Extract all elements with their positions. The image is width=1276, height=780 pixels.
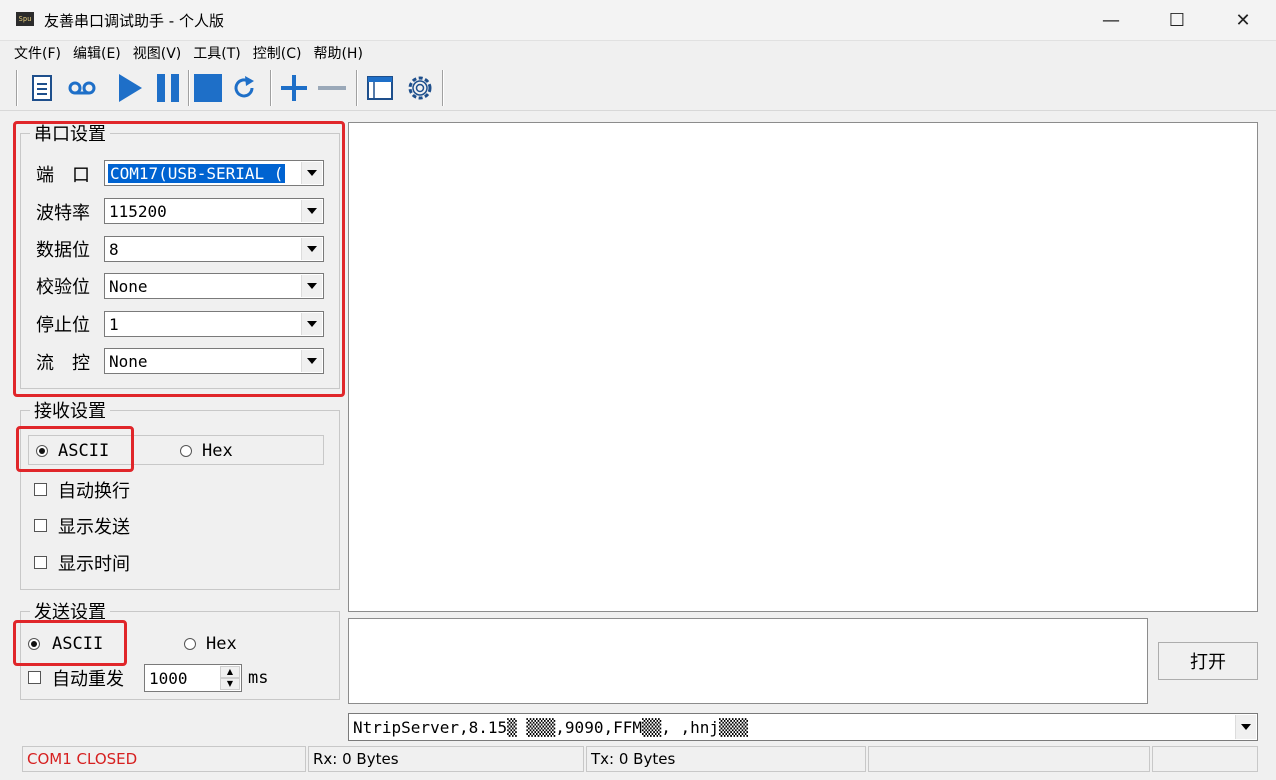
toolbar-separator [270, 70, 272, 106]
maximize-button[interactable]: ☐ [1144, 0, 1210, 40]
chevron-down-icon[interactable] [1235, 715, 1256, 739]
menu-control[interactable]: 控制(C) [253, 43, 302, 63]
auto-resend-checkbox[interactable] [28, 671, 41, 684]
toolbar-separator [16, 70, 18, 106]
window-title: 友善串口调试助手 - 个人版 [44, 12, 224, 30]
resend-interval-stepper[interactable]: 1000 ▲ ▼ [144, 664, 242, 692]
show-time-label: 显示时间 [58, 554, 130, 575]
command-value: NtripServer,8.15▒ ▒▒▒,9090,FFM▒▒, ,hnj▒▒… [353, 718, 748, 737]
window-icon[interactable] [364, 72, 396, 104]
menu-file[interactable]: 文件(F) [14, 43, 61, 63]
menu-view[interactable]: 视图(V) [133, 43, 182, 63]
status-extra [1152, 746, 1258, 772]
highlight-box [16, 426, 134, 472]
refresh-icon[interactable] [228, 72, 260, 104]
resend-interval-value: 1000 [149, 669, 188, 688]
open-button[interactable]: 打开 [1158, 642, 1258, 680]
receive-hex-radio[interactable] [180, 445, 192, 457]
send-textarea[interactable] [348, 618, 1148, 704]
show-send-label: 显示发送 [58, 517, 130, 538]
menu-help[interactable]: 帮助(H) [313, 43, 362, 63]
receive-settings-legend: 接收设置 [30, 397, 110, 423]
toolbar-separator [356, 70, 358, 106]
auto-wrap-checkbox[interactable] [34, 483, 47, 496]
status-rx: Rx: 0 Bytes [308, 746, 584, 772]
status-extra [868, 746, 1150, 772]
play-icon[interactable] [114, 72, 146, 104]
command-select[interactable]: NtripServer,8.15▒ ▒▒▒,9090,FFM▒▒, ,hnj▒▒… [348, 713, 1258, 741]
record-icon[interactable] [66, 72, 98, 104]
pause-icon[interactable] [152, 72, 184, 104]
status-port: COM1 CLOSED [22, 746, 306, 772]
stepper-up-icon[interactable]: ▲ [220, 666, 240, 678]
status-tx: Tx: 0 Bytes [586, 746, 866, 772]
show-send-checkbox[interactable] [34, 519, 47, 532]
minimize-button[interactable]: — [1078, 0, 1144, 40]
send-hex-label: Hex [206, 634, 237, 654]
toolbar [0, 66, 1276, 111]
plus-icon[interactable] [278, 72, 310, 104]
toolbar-separator [442, 70, 444, 106]
auto-resend-label: 自动重发 [52, 669, 124, 690]
show-time-checkbox[interactable] [34, 556, 47, 569]
toolbar-separator [188, 70, 190, 106]
close-button[interactable]: ✕ [1210, 0, 1276, 40]
new-file-icon[interactable] [26, 72, 58, 104]
title-bar: Spu 友善串口调试助手 - 个人版 — ☐ ✕ [0, 0, 1276, 41]
app-icon: Spu [16, 12, 34, 26]
highlight-box [13, 620, 127, 666]
receive-hex-label: Hex [202, 441, 233, 461]
resend-interval-unit: ms [248, 668, 269, 688]
stop-icon[interactable] [192, 72, 224, 104]
auto-wrap-label: 自动换行 [58, 481, 130, 502]
receive-display[interactable] [348, 122, 1258, 612]
settings-gear-icon[interactable] [404, 72, 436, 104]
menu-bar: 文件(F) 编辑(E) 视图(V) 工具(T) 控制(C) 帮助(H) [0, 41, 1276, 65]
highlight-box [13, 121, 345, 397]
minus-icon[interactable] [316, 72, 348, 104]
menu-edit[interactable]: 编辑(E) [73, 43, 121, 63]
send-hex-radio[interactable] [184, 638, 196, 650]
menu-tools[interactable]: 工具(T) [193, 43, 240, 63]
stepper-down-icon[interactable]: ▼ [220, 678, 240, 690]
